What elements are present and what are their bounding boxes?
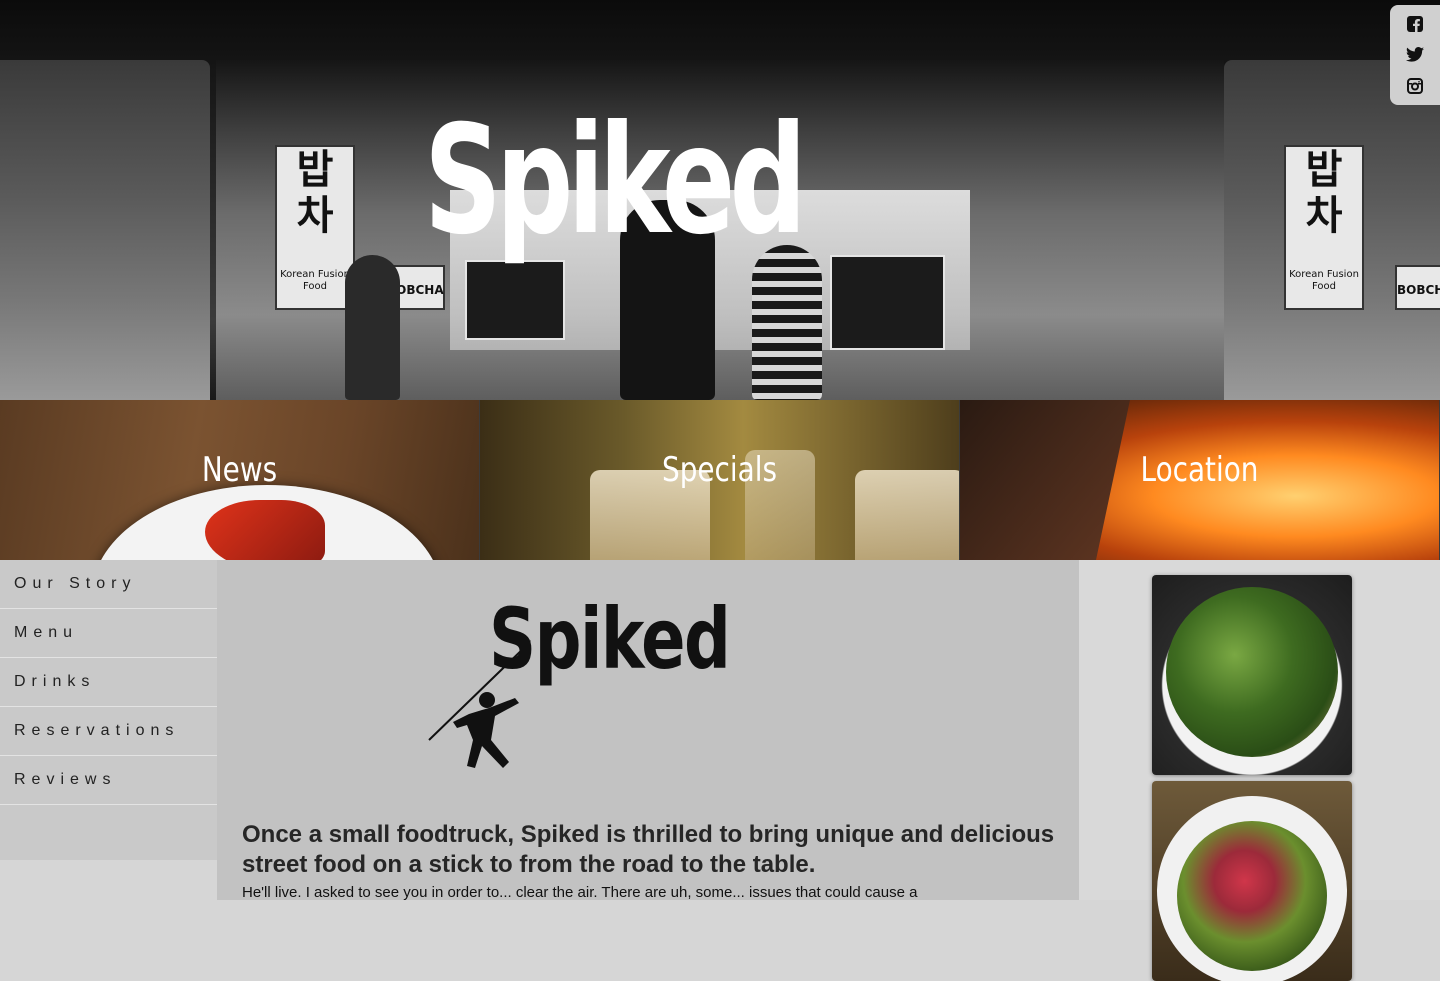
sidebar: Our Story Menu Drinks Reservations Revie… xyxy=(0,560,217,900)
menu-board xyxy=(465,260,565,340)
instagram-icon[interactable] xyxy=(1406,77,1424,95)
social-bar xyxy=(1390,5,1440,105)
sidebar-item-reviews[interactable]: Reviews xyxy=(0,756,217,805)
tile-news[interactable]: News xyxy=(0,400,480,560)
main-content: Spiked Once a small foodtruck, Spiked is… xyxy=(217,560,1079,900)
hero-banner: 밥 차 Korean Fusion Food 밥 차 Korean Fusion… xyxy=(0,0,1440,400)
sidebar-nav: Our Story Menu Drinks Reservations Revie… xyxy=(0,560,217,860)
tile-specials[interactable]: Specials xyxy=(480,400,960,560)
sidebar-item-our-story[interactable]: Our Story xyxy=(0,560,217,609)
salad-image xyxy=(1166,587,1338,757)
facebook-icon[interactable] xyxy=(1406,15,1424,33)
customer-figure xyxy=(752,245,822,400)
twitter-icon[interactable] xyxy=(1406,46,1424,64)
salad-mix-image xyxy=(1177,821,1327,971)
truck-name: BOBCHA xyxy=(1395,265,1440,310)
sidebar-item-menu[interactable]: Menu xyxy=(0,609,217,658)
menu-board xyxy=(830,255,945,350)
feature-tiles: News Specials Location xyxy=(0,400,1440,560)
tile-location[interactable]: Location xyxy=(960,400,1440,560)
sidebar-item-drinks[interactable]: Drinks xyxy=(0,658,217,707)
body-text: He'll live. I asked to see you in order … xyxy=(242,884,918,900)
tagline: Once a small foodtruck, Spiked is thrill… xyxy=(242,821,1055,878)
tile-location-label: Location xyxy=(1140,450,1259,490)
truck-sign-korean: 밥 차 xyxy=(296,147,334,239)
hero-truck-left xyxy=(0,60,210,400)
lobster-image xyxy=(205,500,325,560)
truck-sign-english: Korean Fusion Food xyxy=(280,269,350,292)
truck-sign: 밥 차 Korean Fusion Food xyxy=(275,145,355,310)
logo-text: Spiked xyxy=(489,590,731,688)
pedestrian-figure xyxy=(345,255,400,400)
tile-specials-label: Specials xyxy=(662,450,777,490)
salad-bowl-photo[interactable] xyxy=(1152,781,1352,981)
sidebar-item-reservations[interactable]: Reservations xyxy=(0,707,217,756)
tile-news-label: News xyxy=(201,450,278,490)
photo-column xyxy=(1079,560,1440,981)
truck-sign-english: Korean Fusion Food xyxy=(1289,269,1359,292)
truck-sign: 밥 차 Korean Fusion Food xyxy=(1284,145,1364,310)
truck-sign-korean: 밥 차 xyxy=(1305,147,1343,239)
hero-title: Spiked xyxy=(424,94,807,268)
salad-photo[interactable] xyxy=(1152,575,1352,775)
